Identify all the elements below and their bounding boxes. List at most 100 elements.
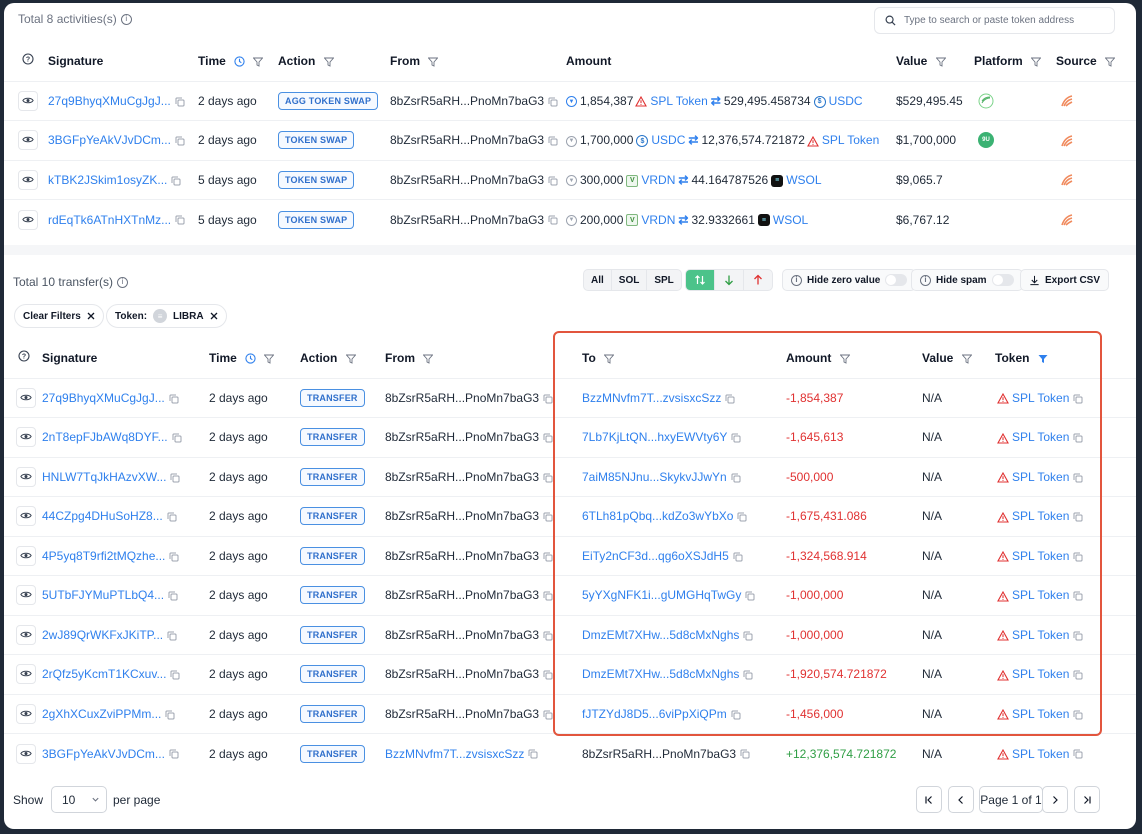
hide-zero-value-switch[interactable]	[885, 274, 908, 286]
copy-icon[interactable]	[543, 433, 553, 443]
question-icon[interactable]: ?	[22, 53, 34, 65]
copy-icon[interactable]	[543, 512, 553, 522]
clock-icon[interactable]	[245, 353, 256, 364]
to-address[interactable]: 7aiM85NJnu...SkykvJJwYn	[582, 470, 727, 484]
filter-icon[interactable]	[423, 354, 434, 364]
next-page-button[interactable]	[1042, 786, 1068, 813]
from-address[interactable]: 8bZsrR5aRH...PnoMn7baG3	[385, 628, 539, 642]
from-address[interactable]: 8bZsrR5aRH...PnoMn7baG3	[390, 213, 544, 227]
copy-icon[interactable]	[543, 473, 553, 483]
copy-icon[interactable]	[548, 136, 558, 146]
to-address[interactable]: DmzEMt7XHw...5d8cMxNghs	[582, 667, 739, 681]
copy-icon[interactable]	[168, 591, 178, 601]
copy-icon[interactable]	[169, 749, 179, 759]
copy-icon[interactable]	[543, 710, 553, 720]
copy-icon[interactable]	[548, 176, 558, 186]
signature-link[interactable]: 44CZpg4DHuSoHZ8...	[42, 509, 163, 523]
from-address[interactable]: 8bZsrR5aRH...PnoMn7baG3	[390, 94, 544, 108]
copy-icon[interactable]	[543, 394, 553, 404]
filter-icon[interactable]	[253, 57, 264, 67]
signature-link[interactable]: 2wJ89QrWKFxJKiTP...	[42, 628, 163, 642]
view-details-button[interactable]	[16, 545, 36, 566]
from-address[interactable]: 8bZsrR5aRH...PnoMn7baG3	[390, 173, 544, 187]
direction-out-button[interactable]	[744, 270, 772, 290]
to-address[interactable]: 7Lb7KjLtQN...hxyEWVty6Y	[582, 430, 727, 444]
direction-both-button[interactable]	[686, 270, 715, 290]
copy-icon[interactable]	[745, 591, 755, 601]
from-address[interactable]: 8bZsrR5aRH...PnoMn7baG3	[385, 509, 539, 523]
copy-icon[interactable]	[1073, 710, 1083, 720]
to-address[interactable]: BzzMNvfm7T...zvsisxcSzz	[582, 391, 721, 405]
copy-icon[interactable]	[543, 552, 553, 562]
from-address[interactable]: 8bZsrR5aRH...PnoMn7baG3	[385, 707, 539, 721]
copy-icon[interactable]	[167, 512, 177, 522]
copy-icon[interactable]	[171, 176, 181, 186]
signature-link[interactable]: 3BGFpYeAkVJvDCm...	[48, 133, 171, 147]
view-details-button[interactable]	[18, 209, 38, 230]
export-csv-button[interactable]: Export CSV	[1020, 269, 1110, 291]
copy-icon[interactable]	[1073, 433, 1083, 443]
copy-icon[interactable]	[543, 631, 553, 641]
token-link[interactable]: SPL Token	[1012, 707, 1069, 721]
copy-icon[interactable]	[1073, 512, 1083, 522]
segment-all[interactable]: All	[584, 270, 612, 290]
to-address[interactable]: 5yYXgNFK1i...gUMGHqTwGy	[582, 588, 741, 602]
from-address[interactable]: 8bZsrR5aRH...PnoMn7baG3	[385, 549, 539, 563]
to-address[interactable]: DmzEMt7XHw...5d8cMxNghs	[582, 628, 739, 642]
copy-icon[interactable]	[743, 631, 753, 641]
copy-icon[interactable]	[1073, 631, 1083, 641]
view-details-button[interactable]	[16, 743, 36, 764]
copy-icon[interactable]	[731, 473, 741, 483]
filter-active-icon[interactable]	[1038, 354, 1048, 364]
first-page-button[interactable]	[916, 786, 942, 813]
chevron-down-icon[interactable]: ▼	[566, 214, 577, 226]
copy-icon[interactable]	[1073, 670, 1083, 680]
hide-spam-toggle[interactable]: i Hide spam	[911, 269, 1023, 291]
chevron-down-icon[interactable]: ▼	[566, 175, 577, 187]
search-input[interactable]	[904, 15, 1104, 26]
filter-icon[interactable]	[428, 57, 439, 67]
filter-icon[interactable]	[323, 57, 334, 67]
view-details-button[interactable]	[18, 169, 38, 190]
from-address[interactable]: 8bZsrR5aRH...PnoMn7baG3	[385, 588, 539, 602]
copy-icon[interactable]	[731, 433, 741, 443]
from-address[interactable]: 8bZsrR5aRH...PnoMn7baG3	[390, 133, 544, 147]
copy-icon[interactable]	[548, 215, 558, 225]
segment-sol[interactable]: SOL	[612, 270, 648, 290]
token-out-link[interactable]: WSOL	[786, 173, 821, 187]
copy-icon[interactable]	[175, 215, 185, 225]
view-details-button[interactable]	[16, 466, 36, 487]
filter-icon[interactable]	[839, 354, 850, 364]
signature-link[interactable]: 27q9BhyqXMuCgJgJ...	[42, 391, 165, 405]
copy-icon[interactable]	[737, 512, 747, 522]
filter-icon[interactable]	[1105, 57, 1116, 67]
from-address[interactable]: 8bZsrR5aRH...PnoMn7baG3	[385, 470, 539, 484]
copy-icon[interactable]	[169, 394, 179, 404]
copy-icon[interactable]	[170, 473, 180, 483]
copy-icon[interactable]	[175, 136, 185, 146]
copy-icon[interactable]	[165, 710, 175, 720]
chevron-down-icon[interactable]: ▼	[566, 96, 577, 108]
signature-link[interactable]: 4P5yq8T9rfi2tMQzhe...	[42, 549, 165, 563]
info-icon[interactable]: i	[120, 13, 132, 25]
signature-link[interactable]: rdEqTk6ATnHXTnMz...	[48, 213, 171, 227]
to-address[interactable]: EiTy2nCF3d...qg6oXSJdH5	[582, 549, 729, 563]
signature-link[interactable]: HNLW7TqJkHAzvXW...	[42, 470, 166, 484]
copy-icon[interactable]	[169, 552, 179, 562]
signature-link[interactable]: 2nT8epFJbAWq8DYF...	[42, 430, 168, 444]
token-out-link[interactable]: WSOL	[773, 213, 808, 227]
copy-icon[interactable]	[1073, 394, 1083, 404]
view-details-button[interactable]	[16, 387, 36, 408]
per-page-select[interactable]: 10	[51, 786, 107, 813]
copy-icon[interactable]	[1073, 552, 1083, 562]
view-details-button[interactable]	[16, 585, 36, 606]
hide-zero-value-toggle[interactable]: i Hide zero value	[782, 269, 917, 291]
signature-link[interactable]: 2rQfz5yKcmT1KCxuv...	[42, 667, 166, 681]
copy-icon[interactable]	[170, 670, 180, 680]
to-address[interactable]: fJTZYdJ8D5...6viPpXiQPm	[582, 707, 727, 721]
token-out-link[interactable]: USDC	[829, 94, 863, 108]
from-address[interactable]: 8bZsrR5aRH...PnoMn7baG3	[385, 391, 539, 405]
token-link[interactable]: SPL Token	[1012, 430, 1069, 444]
copy-icon[interactable]	[725, 394, 735, 404]
from-address[interactable]: BzzMNvfm7T...zvsisxcSzz	[385, 747, 524, 761]
